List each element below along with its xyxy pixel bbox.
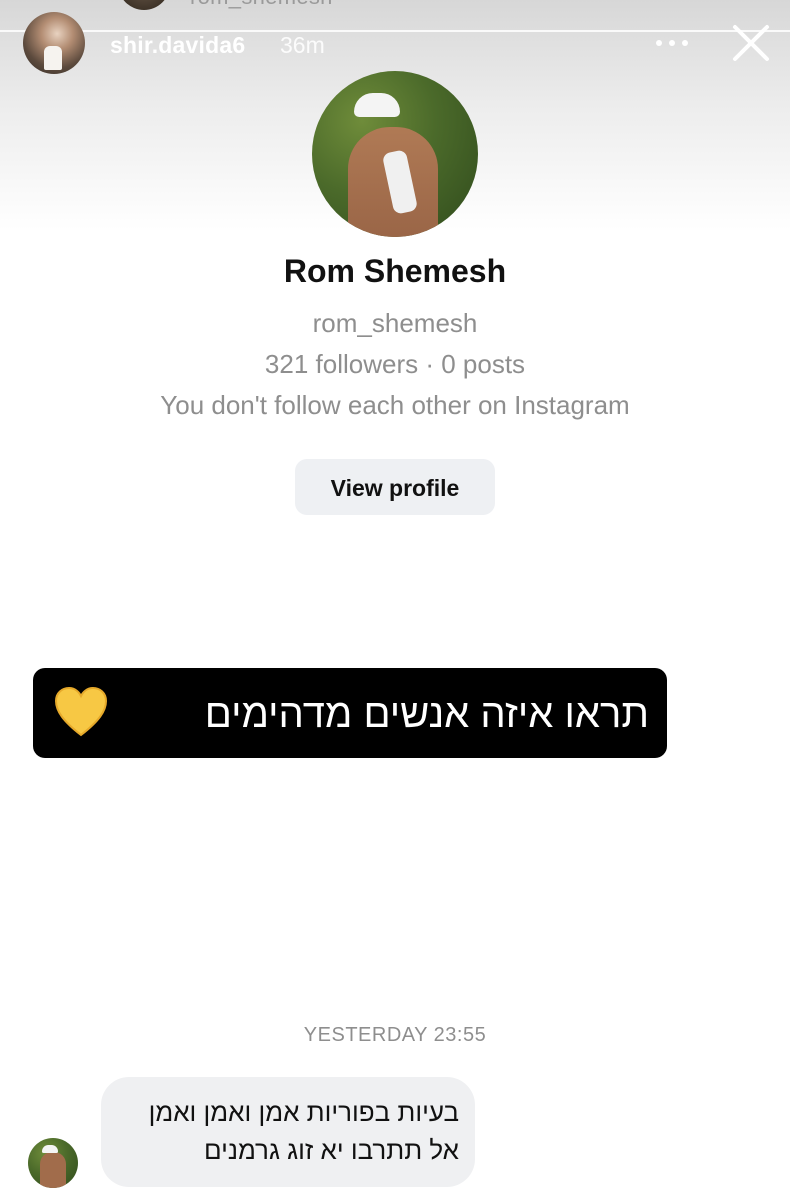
story-header: shir.davida6 36m xyxy=(0,12,790,76)
profile-stats: 321 followers · 0 posts xyxy=(264,349,526,379)
yellow-heart-icon xyxy=(54,686,108,737)
message-bubble[interactable]: בעיות בפוריות אמן ואמן ואמן אל תתרבו יא … xyxy=(101,1077,475,1187)
story-avatar[interactable] xyxy=(23,12,85,74)
message-line-1: בעיות בפוריות אמן ואמן ואמן xyxy=(148,1097,459,1127)
profile-relation-text: You don't follow each other on Instagram xyxy=(160,390,630,420)
message-line-2: אל תתרבו יא זוג גרמנים xyxy=(203,1135,459,1165)
sticker-text: תראו איזה אנשים מדהימים xyxy=(204,692,649,736)
previous-username: rom_shemesh xyxy=(190,0,333,10)
profile-handle: rom_shemesh xyxy=(312,308,478,338)
message-timestamp: YESTERDAY 23:55 xyxy=(303,1024,487,1046)
close-icon-svg xyxy=(733,25,769,61)
profile-photo[interactable] xyxy=(312,71,478,237)
close-icon[interactable] xyxy=(730,22,772,64)
previous-story-row: rom_shemesh xyxy=(0,0,790,12)
story-timestamp: 36m xyxy=(280,32,325,58)
message-text: בעיות בפוריות אמן ואמן ואמן אל תתרבו יא … xyxy=(119,1093,459,1169)
story-text-sticker: תראו איזה אנשים מדהימים xyxy=(33,668,667,758)
more-horizontal-icon[interactable] xyxy=(654,36,690,50)
story-username[interactable]: shir.davida6 xyxy=(110,32,245,59)
view-profile-button[interactable]: View profile xyxy=(295,459,495,515)
sender-avatar[interactable] xyxy=(28,1138,78,1188)
profile-name: Rom Shemesh xyxy=(283,253,507,289)
previous-avatar xyxy=(118,0,170,10)
